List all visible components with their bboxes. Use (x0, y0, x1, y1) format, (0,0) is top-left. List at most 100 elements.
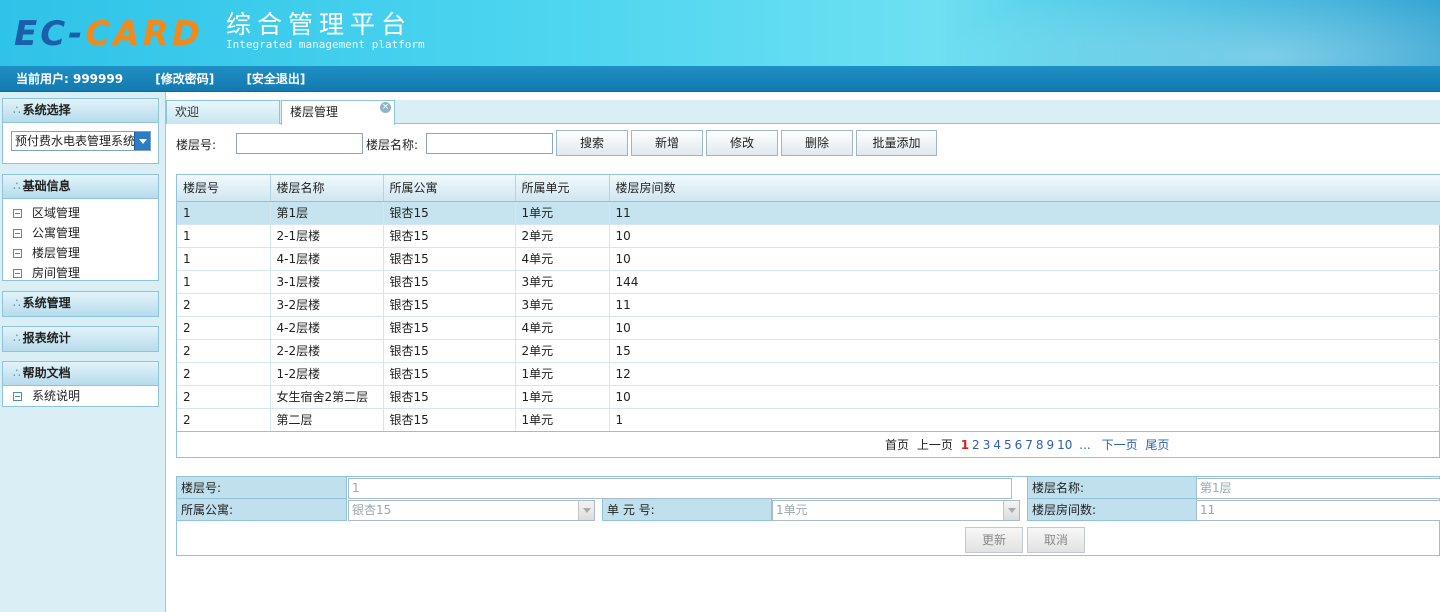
add-button[interactable]: 新增 (631, 130, 703, 156)
column-header-floor-name[interactable]: 楼层名称 (270, 175, 384, 202)
table-cell: 11 (609, 201, 1440, 225)
change-password-link[interactable]: [修改密码] (155, 72, 214, 86)
table-cell: 银杏15 (383, 316, 516, 340)
table-cell: 银杏15 (383, 385, 516, 409)
tab-welcome[interactable]: 欢迎 (166, 100, 280, 124)
delete-button[interactable]: 删除 (781, 130, 853, 156)
table-row[interactable]: 2 第二层 银杏15 1单元 1 (177, 408, 1440, 432)
table-cell: 2 (177, 339, 271, 363)
chevron-down-icon[interactable] (1003, 501, 1019, 520)
table-cell: 10 (609, 224, 1440, 248)
panel-header-system-select[interactable]: ∴ 系统选择 (3, 99, 158, 123)
expand-icon: ∴ (13, 179, 21, 193)
floor-no-input[interactable] (236, 133, 363, 154)
sidebar-item-floor[interactable]: 楼层管理 (3, 243, 158, 263)
panel-system-manage: ∴ 系统管理 (2, 291, 159, 317)
table-row[interactable]: 1 3-1层楼 银杏15 3单元 144 (177, 270, 1440, 294)
page-ellipsis: ... (1079, 438, 1091, 452)
page-number-link[interactable]: 6 (1015, 438, 1023, 452)
panel-header-system-manage[interactable]: ∴ 系统管理 (3, 292, 158, 316)
table-row[interactable]: 1 2-1层楼 银杏15 2单元 10 (177, 224, 1440, 248)
page-number-link[interactable]: 4 (993, 438, 1001, 452)
prev-page-link[interactable]: 上一页 (917, 438, 953, 452)
system-select-dropdown[interactable]: 预付费水电表管理系统 (11, 131, 151, 151)
table-cell: 15 (609, 339, 1440, 363)
table-row[interactable]: 2 3-2层楼 银杏15 3单元 11 (177, 293, 1440, 317)
column-header-floor-no[interactable]: 楼层号 (177, 175, 271, 202)
tab-floor-management[interactable]: 楼层管理 × (281, 100, 395, 125)
column-header-apartment[interactable]: 所属公寓 (383, 175, 516, 202)
logout-link[interactable]: [安全退出] (246, 72, 305, 86)
chevron-down-icon[interactable] (134, 132, 150, 150)
form-room-count-field[interactable]: 11 (1196, 500, 1440, 521)
panel-title: 基础信息 (22, 179, 71, 193)
table-row[interactable]: 2 4-2层楼 银杏15 4单元 10 (177, 316, 1440, 340)
list-bullet-icon (13, 392, 22, 401)
pagination: 首页 上一页 1 2 3 4 5 6 7 8 9 10 ... 下一页 尾页 (177, 431, 1440, 457)
table-cell: 10 (609, 247, 1440, 271)
chevron-down-icon[interactable] (578, 501, 594, 520)
pagination-links: 首页 上一页 1 2 3 4 5 6 7 8 9 10 ... 下一页 尾页 (885, 432, 1169, 458)
table-cell: 银杏15 (383, 339, 516, 363)
panel-header-help[interactable]: ∴ 帮助文档 (3, 362, 158, 386)
table-cell: 1 (177, 201, 271, 225)
floor-data-grid: 楼层号 楼层名称 所属公寓 所属单元 楼层房间数 1 第1层 银杏15 1单元 11 1 2… (176, 174, 1440, 458)
page-number-link[interactable]: 1 (961, 438, 969, 452)
table-cell: 3-2层楼 (270, 293, 384, 317)
sidebar-item-area[interactable]: 区域管理 (3, 203, 158, 223)
page-number-link[interactable]: 2 (972, 438, 980, 452)
form-floor-no-field[interactable]: 1 (348, 478, 1012, 499)
table-cell: 1单元 (515, 362, 610, 386)
page-number-link[interactable]: 5 (1004, 438, 1012, 452)
close-icon[interactable]: × (380, 102, 391, 113)
update-button[interactable]: 更新 (965, 527, 1023, 553)
page-number-link[interactable]: 9 (1047, 438, 1055, 452)
cancel-button[interactable]: 取消 (1027, 527, 1085, 553)
form-apartment-select[interactable]: 银杏15 (348, 500, 595, 521)
floor-name-label: 楼层名称: (366, 138, 419, 152)
table-cell: 2-2层楼 (270, 339, 384, 363)
last-page-link[interactable]: 尾页 (1145, 438, 1169, 452)
table-cell: 1 (177, 270, 271, 294)
panel-header-reports[interactable]: ∴ 报表统计 (3, 327, 158, 351)
main-content: 欢迎 楼层管理 × 楼层号: 楼层名称: 搜索 新增 修改 删除 批量添加 楼层号… (166, 92, 1440, 612)
form-apartment-label: 所属公寓: (177, 499, 347, 521)
first-page-link[interactable]: 首页 (885, 438, 909, 452)
table-cell: 10 (609, 385, 1440, 409)
edit-button[interactable]: 修改 (706, 130, 778, 156)
table-cell: 1单元 (515, 385, 610, 409)
page-number-link[interactable]: 3 (983, 438, 991, 452)
panel-header-basic-info[interactable]: ∴ 基础信息 (3, 175, 158, 199)
tab-bar: 欢迎 楼层管理 × (166, 100, 1440, 125)
list-bullet-icon (13, 269, 22, 278)
table-cell: 1 (177, 247, 271, 271)
floor-name-input[interactable] (426, 133, 553, 154)
table-cell: 3单元 (515, 293, 610, 317)
floor-no-label: 楼层号: (176, 138, 217, 152)
page-number-link[interactable]: 8 (1036, 438, 1044, 452)
batch-add-button[interactable]: 批量添加 (856, 130, 937, 156)
sidebar-item-system-doc[interactable]: 系统说明 (3, 386, 158, 406)
sidebar-item-apartment[interactable]: 公寓管理 (3, 223, 158, 243)
form-floor-name-field[interactable]: 第1层 (1196, 478, 1440, 499)
table-cell: 银杏15 (383, 293, 516, 317)
table-row[interactable]: 1 4-1层楼 银杏15 4单元 10 (177, 247, 1440, 271)
table-cell: 4-1层楼 (270, 247, 384, 271)
next-page-link[interactable]: 下一页 (1102, 438, 1138, 452)
column-header-room-count[interactable]: 楼层房间数 (609, 175, 1440, 202)
panel-system-select: ∴ 系统选择 预付费水电表管理系统 (2, 98, 159, 164)
sidebar-item-room[interactable]: 房间管理 (3, 263, 158, 283)
table-cell: 12 (609, 362, 1440, 386)
table-row[interactable]: 2 2-2层楼 银杏15 2单元 15 (177, 339, 1440, 363)
table-cell: 银杏15 (383, 270, 516, 294)
column-header-unit[interactable]: 所属单元 (515, 175, 610, 202)
form-unit-select[interactable]: 1单元 (772, 500, 1020, 521)
table-cell: 第1层 (270, 201, 384, 225)
table-row[interactable]: 1 第1层 银杏15 1单元 11 (177, 201, 1440, 225)
table-row[interactable]: 2 女生宿舍2第二层 银杏15 1单元 10 (177, 385, 1440, 409)
page-number-link[interactable]: 10 (1057, 438, 1072, 452)
table-cell: 144 (609, 270, 1440, 294)
table-row[interactable]: 2 1-2层楼 银杏15 1单元 12 (177, 362, 1440, 386)
page-number-link[interactable]: 7 (1025, 438, 1033, 452)
search-button[interactable]: 搜索 (556, 130, 628, 156)
